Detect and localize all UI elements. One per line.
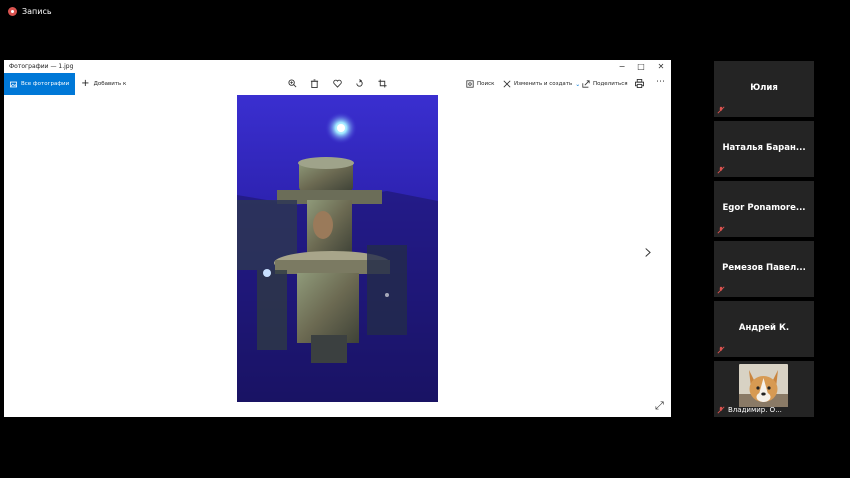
- share-icon: [582, 80, 590, 88]
- avatar: [739, 364, 788, 407]
- window-title: Фотографии — 1.jpg: [9, 63, 74, 70]
- mic-muted-icon: [717, 106, 725, 114]
- crop-icon[interactable]: [378, 79, 387, 88]
- participant-tile[interactable]: Ремезов Павел...: [714, 241, 814, 297]
- edit-icon: [503, 80, 511, 88]
- photos-icon: [10, 81, 17, 87]
- share-label: Поделиться: [593, 81, 628, 87]
- participant-name: Ремезов Павел...: [722, 263, 806, 273]
- participant-tile[interactable]: Наталья Баран...: [714, 121, 814, 177]
- mic-muted-icon: [717, 166, 725, 174]
- plus-icon: +: [81, 78, 90, 89]
- participant-tile[interactable]: Владимир. О...: [714, 361, 814, 417]
- participant-tile[interactable]: Юлия: [714, 61, 814, 117]
- participant-name: Андрей К.: [738, 323, 790, 333]
- chevron-down-icon: ⌄: [575, 80, 581, 88]
- participant-name: Egor Ponamore...: [722, 203, 806, 213]
- add-to-button[interactable]: + Добавить к: [81, 79, 126, 89]
- photos-window: Фотографии — 1.jpg − □ ✕ Все фотографии …: [4, 60, 671, 417]
- edit-create-label: Изменить и создать: [514, 81, 573, 87]
- maximize-button[interactable]: □: [631, 60, 651, 73]
- mic-muted-icon: [717, 346, 725, 354]
- next-photo-arrow[interactable]: ›: [644, 240, 653, 265]
- zoom-icon[interactable]: [288, 79, 297, 88]
- record-icon: [8, 7, 17, 16]
- print-icon[interactable]: [635, 79, 644, 88]
- all-photos-button[interactable]: Все фотографии: [4, 73, 76, 95]
- participant-name: Юлия: [750, 83, 778, 93]
- rotate-icon[interactable]: [355, 79, 364, 88]
- mic-muted-icon: [717, 286, 725, 294]
- more-options-icon[interactable]: ⋯: [656, 77, 665, 87]
- participant-tile[interactable]: Egor Ponamore...: [714, 181, 814, 237]
- minimize-button[interactable]: −: [612, 60, 632, 73]
- edit-create-button[interactable]: Изменить и создать ⌄: [503, 80, 580, 88]
- search-button[interactable]: Поиск: [466, 80, 494, 88]
- mic-muted-icon: [717, 226, 725, 234]
- participant-tile[interactable]: Андрей К.: [714, 301, 814, 357]
- all-photos-label: Все фотографии: [21, 81, 70, 87]
- participant-name: Владимир. О...: [728, 406, 782, 414]
- share-button[interactable]: Поделиться: [582, 80, 628, 88]
- recording-indicator: Запись: [8, 7, 52, 16]
- add-to-label: Добавить к: [93, 81, 127, 87]
- recording-label: Запись: [22, 7, 52, 16]
- search-label: Поиск: [477, 81, 495, 87]
- title-bar: Фотографии — 1.jpg − □ ✕: [4, 60, 671, 73]
- photo-image: [237, 95, 438, 402]
- toolbar: Все фотографии + Добавить к Поиск Измени…: [4, 73, 671, 95]
- close-button[interactable]: ✕: [651, 60, 671, 73]
- participant-name: Наталья Баран...: [722, 143, 806, 153]
- fullscreen-icon[interactable]: ⤢: [655, 399, 664, 413]
- heart-icon[interactable]: [333, 79, 342, 88]
- search-icon: [466, 80, 474, 88]
- mic-muted-icon: [717, 406, 725, 414]
- delete-icon[interactable]: [310, 79, 319, 88]
